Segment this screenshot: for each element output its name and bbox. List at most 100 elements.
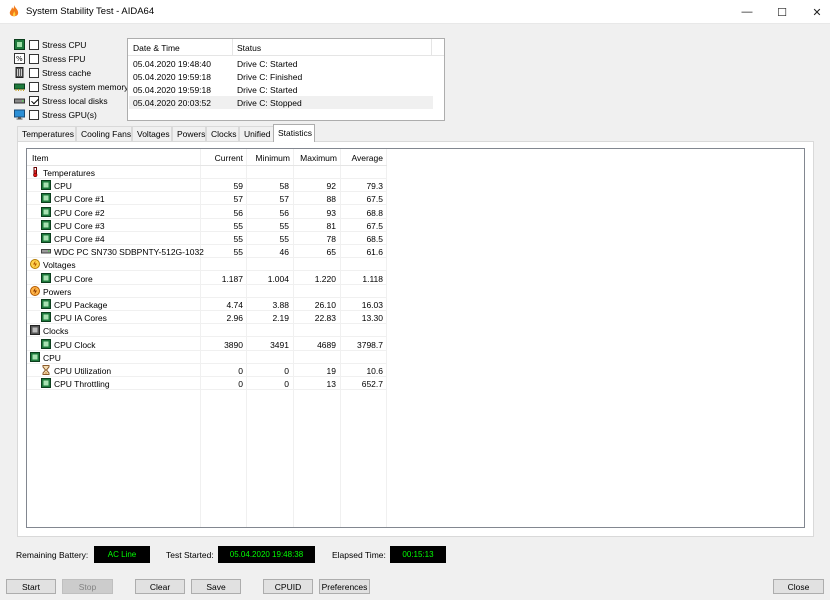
event-log-list[interactable]: Date & Time Status 05.04.2020 19:48:40 D… (127, 38, 445, 121)
tab-voltages[interactable]: Voltages (132, 126, 172, 141)
cell-maximum: 81 (326, 220, 336, 231)
column-minimum[interactable]: Minimum (246, 153, 290, 163)
cell-minimum: 3491 (270, 339, 289, 350)
tab-powers[interactable]: Powers (172, 126, 206, 141)
table-row[interactable]: CPU Utilization 0 0 19 10.6 (27, 364, 387, 377)
table-group-row[interactable]: Temperatures (27, 166, 387, 179)
test-started-label: Test Started: (166, 550, 214, 560)
row-item-label: Voltages (43, 260, 76, 271)
statistics-table[interactable]: Item Current Minimum Maximum Average Tem… (26, 148, 805, 528)
preferences-button[interactable]: Preferences (319, 579, 370, 594)
table-row[interactable]: CPU 59 58 92 79.3 (27, 179, 387, 193)
stress-gpu-checkbox[interactable] (29, 109, 39, 120)
stress-disks-checkbox[interactable] (29, 95, 39, 106)
stop-button[interactable]: Stop (62, 579, 113, 594)
table-row[interactable]: CPU Core #4 55 55 78 68.5 (27, 232, 387, 245)
table-row[interactable]: CPU Package 4.74 3.88 26.10 16.03 (27, 298, 387, 311)
chip-icon (41, 233, 51, 243)
cell-average: 3798.7 (357, 339, 383, 350)
row-item-label: CPU Core #3 (54, 220, 105, 231)
tab-temperatures[interactable]: Temperatures (17, 126, 76, 141)
cell-maximum: 26.10 (314, 300, 336, 310)
log-column-datetime[interactable]: Date & Time (133, 43, 180, 53)
table-group-row[interactable]: Powers (27, 285, 387, 298)
table-row[interactable]: CPU Core #2 56 56 93 68.8 (27, 206, 387, 219)
cell-average: 13.30 (361, 313, 383, 324)
stress-cpu-label: Stress CPU (42, 39, 87, 50)
cell-minimum: 57 (279, 194, 289, 205)
table-row[interactable]: CPU Core #1 57 57 88 67.5 (27, 192, 387, 206)
table-header: Item Current Minimum Maximum Average (27, 149, 387, 166)
tab-cooling-fans[interactable]: Cooling Fans (76, 126, 132, 141)
tab-statistics[interactable]: Statistics (273, 124, 315, 142)
cell-current: 59 (233, 181, 243, 192)
row-item-label: Powers (43, 286, 72, 297)
log-row-selected[interactable]: 05.04.2020 20:03:52 Drive C: Stopped (129, 96, 433, 109)
cell-average: 79.3 (366, 181, 383, 192)
table-group-row[interactable]: Clocks (27, 324, 387, 338)
stress-cache-checkbox[interactable] (29, 67, 39, 78)
cell-minimum: 2.19 (272, 313, 289, 324)
cell-current: 1.187 (221, 273, 243, 284)
clear-button[interactable]: Clear (135, 579, 185, 594)
table-row[interactable]: CPU IA Cores 2.96 2.19 22.83 13.30 (27, 311, 387, 325)
stress-fpu-checkbox[interactable] (29, 53, 39, 64)
stress-option-cache[interactable]: Stress cache (14, 66, 91, 79)
stress-option-fpu[interactable]: % Stress FPU (14, 52, 85, 65)
table-row[interactable]: CPU Core #3 55 55 81 67.5 (27, 219, 387, 232)
stress-memory-checkbox[interactable] (29, 81, 39, 92)
stress-cache-label: Stress cache (42, 67, 92, 78)
chip-icon (41, 378, 51, 389)
window-title: System Stability Test - AIDA64 (26, 6, 155, 17)
battery-label: Remaining Battery: (16, 550, 89, 560)
row-item-label: WDC PC SN730 SDBPNTY-512G-1032 (54, 247, 204, 258)
stress-option-disks[interactable]: Stress local disks (14, 94, 108, 107)
hourglass-icon (42, 365, 50, 375)
stress-disks-label: Stress local disks (42, 95, 108, 106)
table-row[interactable]: CPU Core 1.187 1.004 1.220 1.118 (27, 272, 387, 285)
chip-icon (41, 272, 51, 283)
tab-unified[interactable]: Unified (239, 126, 274, 141)
cell-maximum: 1.220 (314, 273, 336, 284)
close-window-button[interactable]: ✕ (794, 0, 830, 24)
row-item-label: CPU IA Cores (54, 313, 107, 324)
log-status: Drive C: Started (237, 59, 298, 69)
cell-average: 10.6 (366, 366, 383, 376)
table-row[interactable]: CPU Clock 3890 3491 4689 3798.7 (27, 338, 387, 351)
cell-minimum: 55 (279, 220, 289, 231)
log-status: Drive C: Stopped (237, 98, 302, 108)
log-row[interactable]: 05.04.2020 19:59:18 Drive C: Finished (129, 70, 433, 83)
stress-option-gpu[interactable]: Stress GPU(s) (14, 108, 97, 121)
table-group-row[interactable]: Voltages (27, 258, 387, 272)
cell-current: 55 (233, 247, 243, 258)
table-row[interactable]: WDC PC SN730 SDBPNTY-512G-1032 55 46 65 61.6 (27, 245, 387, 259)
table-group-row[interactable]: CPU (27, 351, 387, 364)
stress-fpu-label: Stress FPU (42, 53, 86, 64)
table-row[interactable]: CPU Throttling 0 0 13 652.7 (27, 377, 387, 391)
row-item-label: CPU Core #1 (54, 194, 105, 205)
stress-cpu-checkbox[interactable] (29, 39, 39, 50)
cpuid-button[interactable]: CPUID (263, 579, 313, 594)
chip-icon (30, 351, 40, 362)
save-button[interactable]: Save (191, 579, 241, 594)
log-row[interactable]: 05.04.2020 19:59:18 Drive C: Started (129, 83, 433, 96)
start-button[interactable]: Start (6, 579, 56, 594)
tab-clocks[interactable]: Clocks (206, 126, 239, 141)
cell-current: 55 (233, 220, 243, 231)
log-column-status[interactable]: Status (237, 43, 261, 53)
stress-option-cpu[interactable]: Stress CPU (14, 38, 86, 51)
row-item-label: CPU (54, 181, 72, 192)
chip-icon (41, 219, 51, 230)
close-button[interactable]: Close (773, 579, 824, 594)
log-row[interactable]: 05.04.2020 19:48:40 Drive C: Started (129, 57, 433, 70)
test-started-value: 05.04.2020 19:48:38 (218, 546, 315, 563)
cell-maximum: 13 (326, 379, 336, 390)
cell-current: 57 (233, 194, 243, 205)
stress-option-memory[interactable]: Stress system memory (14, 80, 128, 93)
cell-average: 652.7 (361, 379, 383, 390)
column-item[interactable]: Item (32, 153, 49, 163)
column-maximum[interactable]: Maximum (293, 153, 337, 163)
column-average[interactable]: Average (340, 153, 383, 163)
power-icon (30, 285, 40, 296)
column-current[interactable]: Current (200, 153, 243, 163)
